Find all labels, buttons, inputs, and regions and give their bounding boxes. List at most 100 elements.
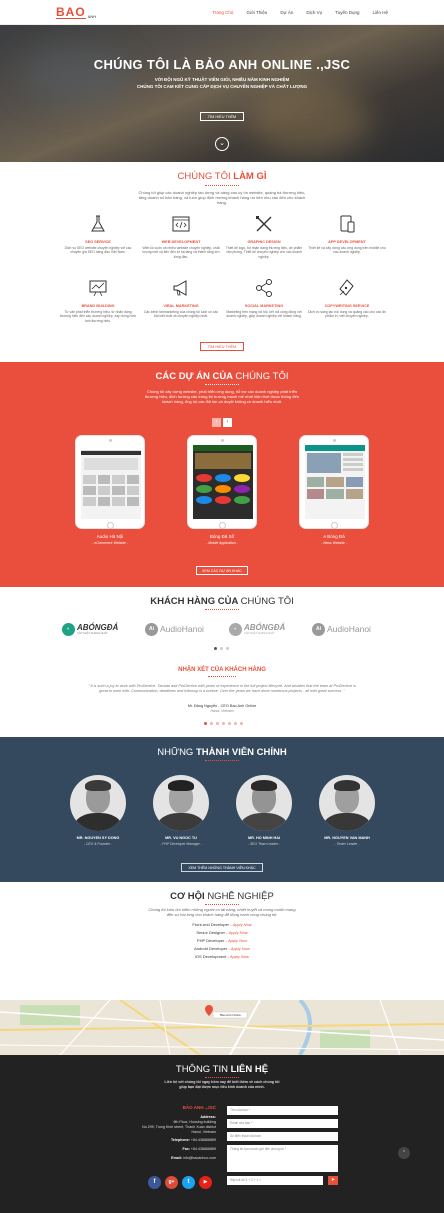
flask-icon <box>91 215 105 232</box>
audio-logo-icon: Ai <box>145 622 158 636</box>
job-item[interactable]: iOS Development - Apply Now <box>0 954 444 959</box>
ball-icon: ◐ <box>229 622 242 636</box>
nav-careers[interactable]: Tuyển Dụng <box>335 10 359 15</box>
client-logo-abongda[interactable]: ◐ ABÓNGĐÁ CẬP NHẬT NHANH NHẤT <box>62 620 118 638</box>
project-type: - eCommerce Website - <box>92 541 128 545</box>
client-logo-abongda[interactable]: ◐ ABÓNGĐÁ CẬP NHẬT NHANH NHẤT <box>229 620 285 638</box>
apply-link[interactable]: Apply Now <box>228 938 247 943</box>
phone-input[interactable]: Số điện thoại của bạn <box>227 1132 338 1141</box>
job-item[interactable]: Front-end Developer - Apply Now <box>0 922 444 927</box>
job-title: Senior Designer - <box>196 930 229 935</box>
scroll-down-icon[interactable]: ⌄ <box>215 137 229 151</box>
email-value[interactable]: info@baoanhco.com <box>183 1156 216 1160</box>
service-description: Tư vấn phát triển thương hiệu, từ nhận d… <box>59 310 137 323</box>
pager-dot[interactable] <box>233 722 237 725</box>
next-arrow-icon[interactable]: › <box>223 418 232 427</box>
phone-value[interactable]: +84.436666889 <box>191 1138 216 1142</box>
title-divider <box>205 1077 239 1078</box>
more-members-button[interactable]: XEM THÊM NHỮNG THÀNH VIÊN KHÁC <box>181 863 263 872</box>
google-plus-icon[interactable]: g+ <box>165 1176 178 1189</box>
tablet-home-button <box>331 522 338 529</box>
location-map[interactable]: Bảo Anh Online <box>0 1000 444 1055</box>
nav-contact[interactable]: Liên Hệ <box>372 10 388 15</box>
name-input[interactable]: Tên của bạn * <box>227 1106 338 1115</box>
more-projects-button[interactable]: XEM CÁC DỰ ÁN KHÁC <box>196 566 248 575</box>
client-logo-audiohanoi[interactable]: Ai AudioHanoi <box>145 620 204 638</box>
contact-title: THÔNG TIN LIÊN HỆ <box>0 1064 444 1075</box>
title-divider <box>205 760 239 761</box>
hero-learn-more-button[interactable]: TÌM HIỂU THÊM <box>200 112 244 121</box>
nav-home[interactable]: Trang Chủ <box>212 10 233 15</box>
apply-link[interactable]: Apply Now <box>233 922 252 927</box>
title-divider <box>208 676 236 677</box>
pager-dot[interactable] <box>203 722 207 725</box>
title-bold: THÀNH VIÊN CHÍNH <box>195 747 287 758</box>
pager-dot[interactable] <box>215 722 219 725</box>
project-tablet-abongda[interactable] <box>299 435 369 529</box>
nav-about[interactable]: Giới Thiệu <box>246 10 267 15</box>
youtube-icon[interactable]: ▶ <box>199 1176 212 1189</box>
job-item[interactable]: Senior Designer - Apply Now <box>0 930 444 935</box>
project-name[interactable]: Audio Hà Nội <box>60 534 160 539</box>
main-nav: Trang Chủ Giới Thiệu Dự Án Dịch Vụ Tuyển… <box>199 0 388 24</box>
devices-icon <box>340 215 355 233</box>
testimonial-pager <box>202 722 244 725</box>
hero-subtitle: CHÚNG TÔI CAM KẾT CUNG CẤP DỊCH VỤ CHUYÊ… <box>136 84 308 89</box>
facebook-icon[interactable]: f <box>148 1176 161 1189</box>
project-screenshot <box>81 445 141 519</box>
title-light: NHỮNG <box>157 747 196 758</box>
fax-value: +84.436666889 <box>190 1147 216 1151</box>
project-name[interactable]: Bóng Đá Số <box>172 534 272 539</box>
member-role: - SEO Team Leader - <box>247 842 281 846</box>
scroll-top-icon[interactable]: ⌃ <box>398 1147 410 1159</box>
services-learn-more-button[interactable]: TÌM HIỂU THÊM <box>200 342 244 351</box>
twitter-icon[interactable]: t <box>182 1176 195 1189</box>
prev-arrow-icon[interactable]: ‹ <box>212 418 221 427</box>
map-canvas[interactable] <box>0 1000 444 1055</box>
testimonial-author: Mr. Đặng Nguyễn - CEO Bao Anh Online <box>187 704 257 708</box>
service-name: APP DEVELOPMENT <box>328 240 366 244</box>
logo-suffix: ANH <box>87 14 97 19</box>
service-description: Dịch vụ sáng tạo nội dung và quảng cáo c… <box>308 310 386 319</box>
project-type: - Mobile Application - <box>206 541 238 545</box>
service-name: COPYWRITING SERVICE <box>324 304 370 308</box>
logo[interactable]: BAO ANH <box>56 6 96 19</box>
pager-dot[interactable] <box>209 722 213 725</box>
pager-dot[interactable] <box>225 647 229 650</box>
message-textarea[interactable]: Thông tin bạn muốn gửi đến chúng tôi * <box>227 1145 338 1172</box>
hero-background-blur <box>250 85 370 155</box>
map-marker-label: Bảo Anh Online <box>220 1013 241 1017</box>
pager-dot[interactable] <box>219 647 223 650</box>
project-tablet-audio[interactable] <box>75 435 145 529</box>
address-line: No.299, Trung Kinh street, Thanh Xuan di… <box>142 1125 216 1129</box>
email-input[interactable]: Email của bạn * <box>227 1119 338 1128</box>
chart-board-icon <box>89 280 107 297</box>
pager-dot[interactable] <box>213 647 217 650</box>
pager-dot[interactable] <box>239 722 243 725</box>
captcha-input[interactable]: Hãy trả lời 3 + 2 + 1 = <box>227 1176 323 1185</box>
project-tablet-bongdaso[interactable] <box>187 435 257 529</box>
service-description: Web lôi cuốn và nhiều website chuyên ngh… <box>142 246 220 259</box>
send-icon[interactable]: ➤ <box>328 1176 338 1185</box>
ball-icon: ◐ <box>62 622 75 636</box>
title-light: CHÚNG TÔI <box>235 371 289 382</box>
title-divider <box>205 904 239 905</box>
pager-dot[interactable] <box>227 722 231 725</box>
title-light: THÔNG TIN <box>175 1064 231 1075</box>
job-item[interactable]: Android Developer - Apply Now <box>0 946 444 951</box>
title-divider <box>205 384 239 385</box>
service-name: SEO SERVICE <box>85 240 111 244</box>
site-header: BAO ANH Trang Chủ Giới Thiệu Dự Án Dịch … <box>0 0 444 25</box>
job-item[interactable]: PHP Developer - Apply Now <box>0 938 444 943</box>
pager-dot[interactable] <box>221 722 225 725</box>
nav-projects[interactable]: Dự Án <box>280 10 293 15</box>
tablet-camera <box>221 439 224 442</box>
apply-link[interactable]: Apply Now <box>230 954 249 959</box>
client-logo-audiohanoi[interactable]: Ai AudioHanoi <box>312 620 371 638</box>
apply-link[interactable]: Apply Now <box>229 930 248 935</box>
project-name[interactable]: A Bóng Đá <box>284 534 384 539</box>
projects-description: Chúng tôi xây dựng website, phát triển ứ… <box>145 389 299 405</box>
nav-services[interactable]: Dịch Vụ <box>306 10 322 15</box>
apply-link[interactable]: Apply Now <box>231 946 250 951</box>
service-description: Dịch vụ SEO website chuyên nghiệp với cá… <box>64 246 132 255</box>
